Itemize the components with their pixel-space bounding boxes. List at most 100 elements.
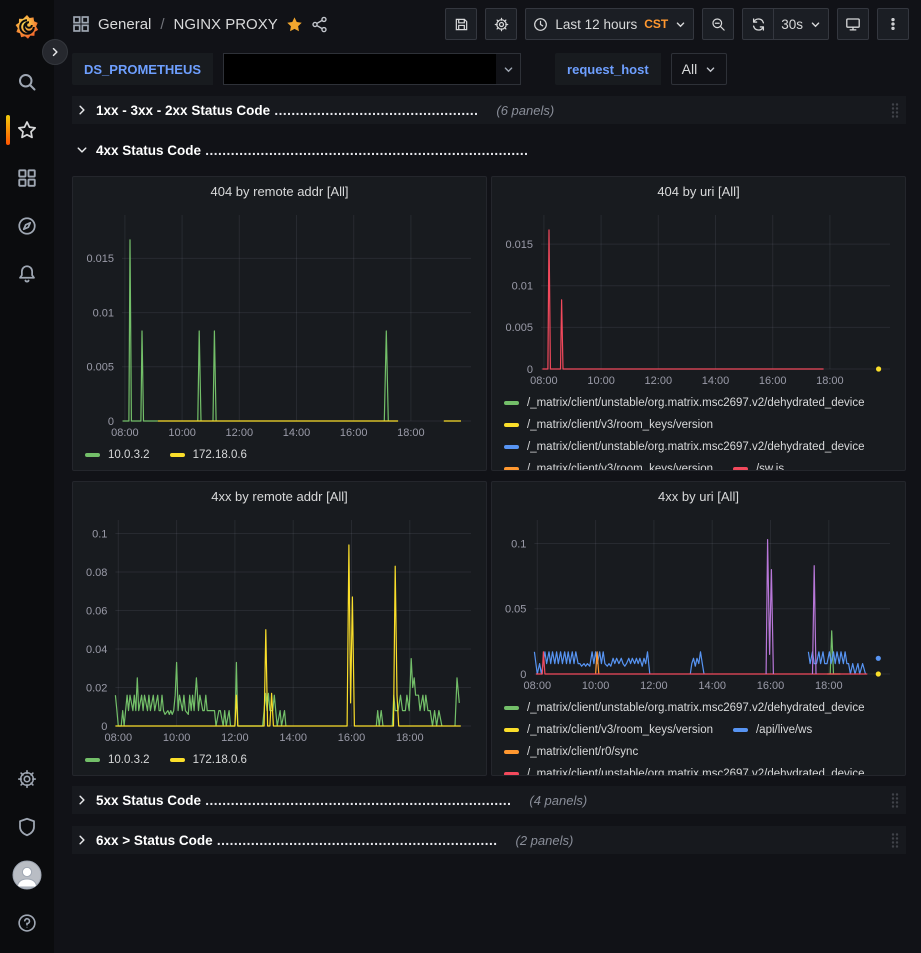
grafana-logo[interactable] [10, 10, 44, 44]
legend-item[interactable]: /sw.js [733, 458, 784, 470]
redacted-value [224, 54, 496, 84]
datasource-select[interactable] [223, 53, 521, 85]
legend-item[interactable]: /api/live/ws [733, 719, 812, 741]
chevron-down-icon [675, 19, 686, 30]
panel-title[interactable]: 4xx by uri [All] [492, 482, 905, 512]
refresh-interval-dropdown[interactable]: 30s [774, 8, 829, 40]
panel-title[interactable]: 404 by remote addr [All] [73, 177, 486, 207]
sidebar-item-profile[interactable] [0, 851, 54, 899]
search-icon [17, 72, 37, 92]
row-drag-handle[interactable] [890, 102, 900, 119]
row-6xx-status-code[interactable]: 6xx > Status Code ......................… [72, 826, 906, 854]
legend-series-label: /sw.js [756, 463, 784, 470]
legend-series-swatch [504, 423, 519, 427]
zoom-out-button[interactable] [702, 8, 734, 40]
chart-canvas: 00.050.108:0010:0012:0014:0016:0018:00 [496, 512, 899, 695]
legend-item[interactable]: 172.18.0.6 [170, 449, 247, 461]
legend-item[interactable]: /_matrix/client/v3/room_keys/version [504, 719, 713, 741]
legend-series-label: /_matrix/client/unstable/org.matrix.msc2… [527, 702, 865, 714]
svg-text:08:00: 08:00 [524, 680, 552, 692]
save-dashboard-button[interactable] [445, 8, 477, 40]
dashboards-grid-icon [17, 168, 37, 188]
legend-item[interactable]: 10.0.3.2 [85, 754, 150, 766]
share-icon[interactable] [311, 16, 328, 33]
legend-item[interactable]: /_matrix/client/v3/room_keys/version [504, 458, 713, 470]
legend-series-label: /_matrix/client/r0/sync [527, 746, 638, 758]
row-panel-count: (2 panels) [515, 833, 573, 848]
favorite-star-icon[interactable] [286, 16, 303, 33]
legend-item[interactable]: /_matrix/client/unstable/org.matrix.msc2… [504, 763, 865, 775]
sidebar-item-search[interactable] [0, 58, 54, 106]
sidebar-item-help[interactable] [0, 899, 54, 947]
gear-icon [494, 17, 509, 32]
breadcrumb-folder[interactable]: General [98, 16, 151, 33]
svg-text:18:00: 18:00 [816, 375, 844, 387]
row-4xx-status-code[interactable]: 4xx Status Code ........................… [72, 136, 906, 164]
request-host-select[interactable]: All [671, 53, 728, 85]
legend-item[interactable]: /_matrix/client/v3/room_keys/version [504, 414, 713, 436]
row-chevron-icon [76, 144, 88, 156]
timeseries-chart-404-uri[interactable]: 00.0050.010.01508:0010:0012:0014:0016:00… [496, 207, 899, 390]
svg-text:0.06: 0.06 [86, 605, 107, 617]
svg-text:18:00: 18:00 [397, 427, 425, 439]
panel-title[interactable]: 404 by uri [All] [492, 177, 905, 207]
legend-series-swatch [733, 728, 748, 732]
row-title-dots: ........................................… [201, 793, 511, 808]
chart-canvas: 00.0050.010.01508:0010:0012:0014:0016:00… [77, 207, 480, 442]
svg-text:08:00: 08:00 [530, 375, 558, 387]
row-drag-handle[interactable] [890, 792, 900, 809]
grafana-logo-icon [13, 13, 41, 41]
svg-text:12:00: 12:00 [221, 732, 249, 744]
row-title-dots: ........................................… [213, 833, 498, 848]
svg-text:10:00: 10:00 [168, 427, 196, 439]
timeseries-chart-4xx-uri[interactable]: 00.050.108:0010:0012:0014:0016:0018:00 [496, 512, 899, 695]
sidebar-item-alerting[interactable] [0, 250, 54, 298]
legend-item[interactable]: /_matrix/client/r0/sync [504, 741, 638, 763]
clock-icon [533, 17, 548, 32]
row-drag-handle[interactable] [890, 832, 900, 849]
kebab-menu-button[interactable] [877, 8, 909, 40]
legend-series-label: 172.18.0.6 [193, 449, 247, 461]
svg-text:0: 0 [520, 669, 526, 681]
legend-item[interactable]: /_matrix/client/unstable/org.matrix.msc2… [504, 392, 865, 414]
gear-icon [17, 769, 37, 789]
star-outline-icon [17, 120, 37, 140]
legend-item[interactable]: 172.18.0.6 [170, 754, 247, 766]
legend-item[interactable]: /_matrix/client/unstable/org.matrix.msc2… [504, 697, 865, 719]
timeseries-chart-4xx-remote-addr[interactable]: 00.020.040.060.080.108:0010:0012:0014:00… [77, 512, 480, 747]
row-panel-count: (6 panels) [496, 103, 554, 118]
shield-icon [17, 817, 37, 837]
sidebar-item-configuration[interactable] [0, 755, 54, 803]
sidebar-item-starred[interactable] [0, 106, 54, 154]
svg-text:16:00: 16:00 [340, 427, 368, 439]
legend-series-swatch [504, 772, 519, 775]
panel-404-by-uri: 404 by uri [All] 00.0050.010.01508:0010:… [491, 176, 906, 471]
sidebar-item-server-admin[interactable] [0, 803, 54, 851]
svg-text:08:00: 08:00 [105, 732, 133, 744]
sidebar-item-explore[interactable] [0, 202, 54, 250]
row-1xx-3xx-2xx-status-code[interactable]: 1xx - 3xx - 2xx Status Code ............… [72, 96, 906, 124]
svg-text:0.005: 0.005 [505, 322, 533, 334]
svg-text:10:00: 10:00 [582, 680, 610, 692]
refresh-button[interactable] [742, 8, 774, 40]
legend-series-label: /_matrix/client/v3/room_keys/version [527, 724, 713, 736]
legend-item[interactable]: 10.0.3.2 [85, 449, 150, 461]
svg-text:12:00: 12:00 [640, 680, 668, 692]
time-range-picker[interactable]: Last 12 hours CST [525, 8, 694, 40]
dashboard-settings-button[interactable] [485, 8, 517, 40]
sidebar-item-dashboards[interactable] [0, 154, 54, 202]
variable-request-host: request_host [555, 53, 661, 85]
variable-label: DS_PROMETHEUS [72, 53, 213, 85]
row-5xx-status-code[interactable]: 5xx Status Code ........................… [72, 786, 906, 814]
timeseries-chart-404-remote-addr[interactable]: 00.0050.010.01508:0010:0012:0014:0016:00… [77, 207, 480, 442]
legend-item[interactable]: /_matrix/client/unstable/org.matrix.msc2… [504, 436, 865, 458]
svg-text:10:00: 10:00 [163, 732, 191, 744]
svg-text:16:00: 16:00 [759, 375, 787, 387]
legend-series-label: /api/live/ws [756, 724, 812, 736]
sidebar-expand-button[interactable] [42, 39, 68, 65]
legend-series-label: /_matrix/client/unstable/org.matrix.msc2… [527, 441, 865, 453]
panel-title[interactable]: 4xx by remote addr [All] [73, 482, 486, 512]
compass-icon [17, 216, 37, 236]
tv-mode-button[interactable] [837, 8, 869, 40]
bell-icon [17, 264, 37, 284]
